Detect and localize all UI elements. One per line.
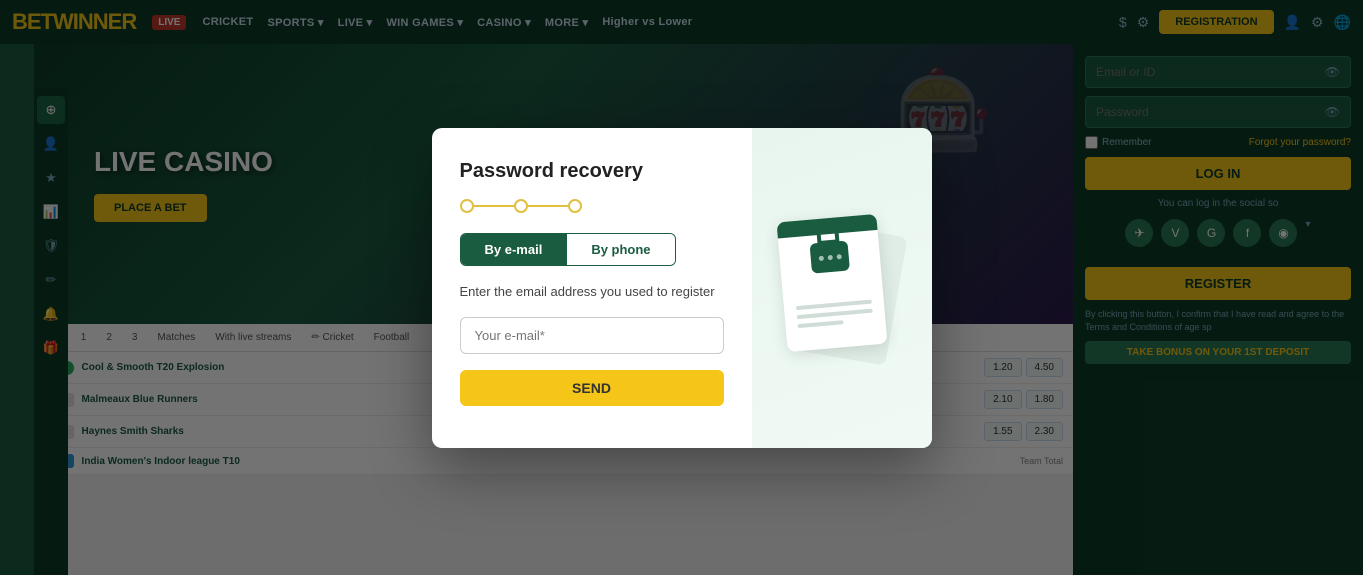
lock-dots [818, 253, 841, 260]
tab-by-phone[interactable]: By phone [566, 234, 674, 265]
modal-illustration [752, 128, 932, 448]
password-recovery-modal: × Password recovery By e-mail By phone E… [432, 128, 932, 448]
modal-overlay[interactable]: × Password recovery By e-mail By phone E… [0, 0, 1363, 575]
step-3 [568, 199, 582, 213]
card-front [776, 213, 887, 351]
card-line-1 [795, 299, 871, 310]
lock-dot-3 [835, 253, 840, 258]
step-2 [514, 199, 528, 213]
lock-dot-2 [827, 254, 832, 259]
lock-illustration [777, 208, 907, 368]
tab-by-email[interactable]: By e-mail [461, 234, 567, 265]
card-line-3 [797, 320, 843, 328]
lock-dot-1 [818, 255, 823, 260]
recovery-method-tabs: By e-mail By phone [460, 233, 676, 266]
modal-title: Password recovery [460, 160, 724, 183]
card-lines [795, 299, 873, 333]
steps-indicator [460, 199, 724, 213]
step-line-1 [474, 205, 514, 207]
modal-left: × Password recovery By e-mail By phone E… [432, 128, 752, 448]
card-line-2 [796, 308, 872, 319]
modal-description: Enter the email address you used to regi… [460, 282, 724, 302]
email-input[interactable] [460, 317, 724, 354]
lock-icon-wrap [809, 240, 849, 273]
lock-body [809, 240, 849, 273]
step-line-2 [528, 205, 568, 207]
send-button[interactable]: SEND [460, 370, 724, 406]
step-1 [460, 199, 474, 213]
